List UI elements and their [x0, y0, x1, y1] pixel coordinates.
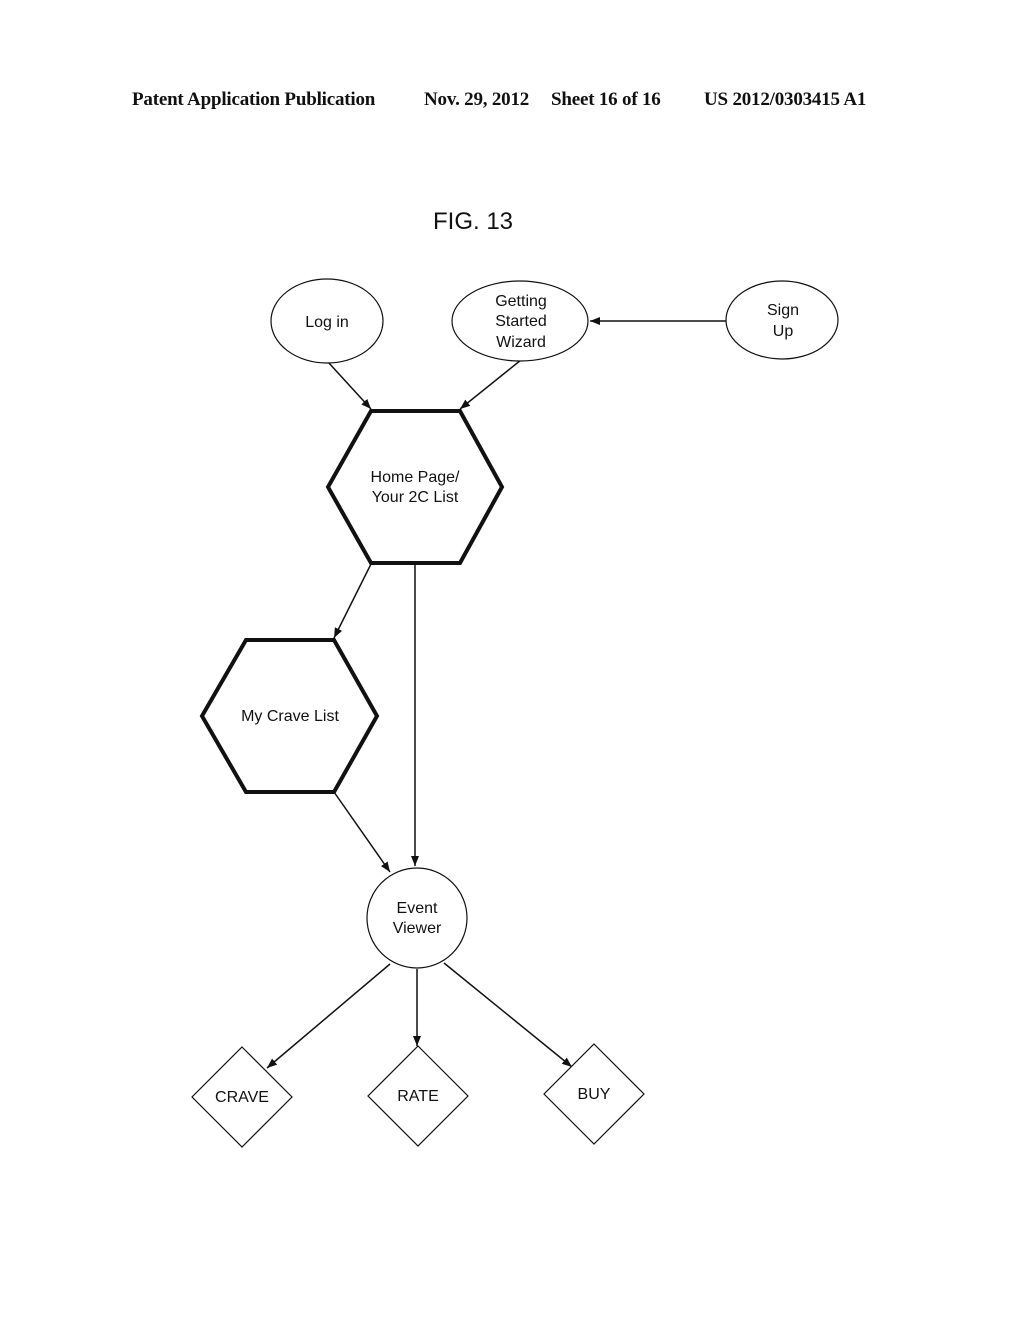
edge-login-to-home [327, 361, 372, 410]
node-home-page: Home Page/ Your 2C List [325, 409, 505, 565]
edge-wizard-to-home [459, 359, 522, 410]
node-rate-label: RATE [397, 1088, 438, 1105]
ellipse-shape [725, 280, 839, 360]
node-login-label: Log in [305, 314, 349, 331]
flow-diagram: Log in Getting Started Wizard Sign Up Ho… [191, 278, 839, 1148]
node-event-viewer-label-line1: Event [397, 900, 438, 917]
node-event-viewer: Event Viewer [366, 867, 468, 969]
node-crave-list-label: My Crave List [241, 708, 339, 725]
node-sign-up: Sign Up [725, 280, 839, 360]
node-home-label-line1: Home Page/ [371, 469, 460, 486]
edge-crave-list-to-event-viewer [333, 791, 391, 873]
node-getting-started-wizard: Getting Started Wizard [451, 280, 589, 362]
edge-home-to-crave-list [333, 563, 372, 639]
circle-shape [366, 867, 468, 969]
node-home-label-line2: Your 2C List [372, 489, 459, 506]
node-wizard-label-line3: Wizard [496, 334, 546, 351]
node-wizard-label-line1: Getting [495, 293, 547, 310]
node-signup-label-line1: Sign [767, 302, 799, 319]
node-crave: CRAVE [191, 1046, 293, 1148]
node-my-crave-list: My Crave List [199, 638, 380, 794]
node-signup-label-line2: Up [773, 323, 794, 340]
edge-event-viewer-to-crave [266, 963, 391, 1069]
hexagon-shape [325, 409, 505, 565]
node-buy: BUY [543, 1043, 645, 1145]
node-buy-label: BUY [578, 1086, 611, 1103]
node-crave-label: CRAVE [215, 1089, 269, 1106]
node-event-viewer-label-line2: Viewer [393, 920, 442, 937]
edge-event-viewer-to-buy [443, 962, 573, 1068]
node-wizard-label-line2: Started [495, 313, 547, 330]
node-rate: RATE [367, 1045, 469, 1147]
node-login: Log in [270, 278, 384, 364]
